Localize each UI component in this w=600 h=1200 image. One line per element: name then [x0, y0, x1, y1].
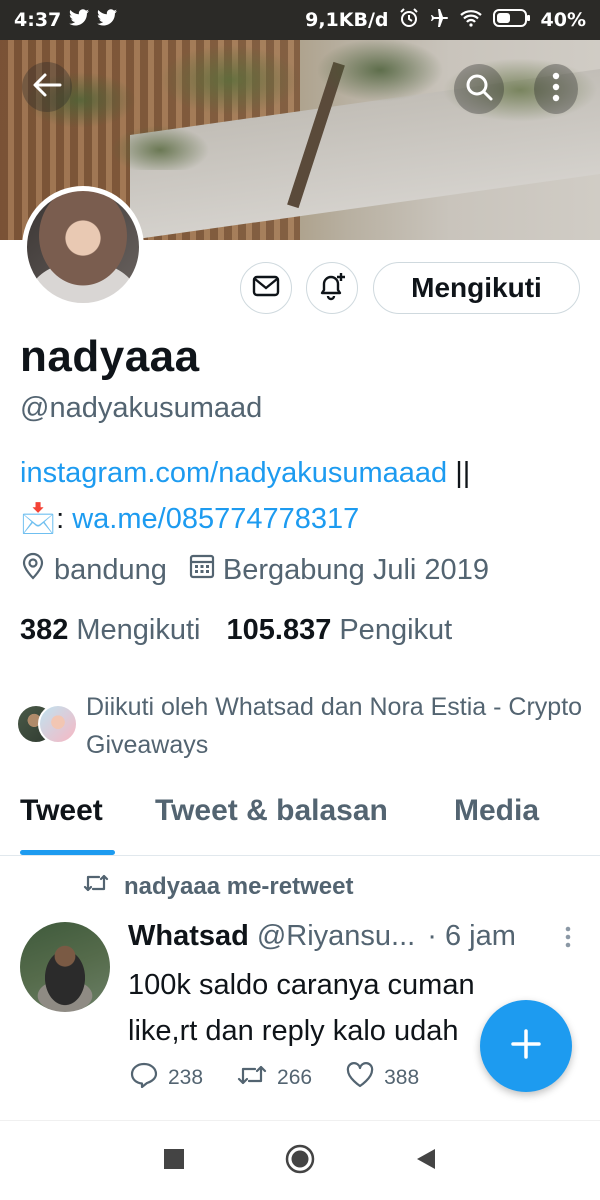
location-icon — [20, 552, 46, 588]
followed-by-text: Diikuti oleh Whatsad dan Nora Estia - Cr… — [86, 693, 583, 759]
status-time: 4:37 — [14, 9, 62, 31]
wifi-icon — [459, 9, 483, 32]
more-options-button[interactable] — [534, 64, 578, 114]
profile-stats: 382 Mengikuti 105.837 Pengikut — [20, 614, 478, 647]
like-button[interactable]: 388 — [346, 1062, 419, 1094]
tweet-author-name[interactable]: Whatsad — [128, 920, 249, 953]
airplane-icon — [429, 8, 449, 33]
bio-separator: || — [447, 457, 471, 489]
joined-date: Bergabung Juli 2019 — [222, 553, 489, 586]
following-count[interactable]: 382 — [20, 614, 68, 647]
profile-handle: @nadyakusumaad — [20, 392, 263, 424]
retweet-icon — [237, 1063, 267, 1093]
home-button[interactable] — [285, 1144, 315, 1178]
whatsapp-link[interactable]: wa.me/085774778317 — [72, 503, 359, 535]
message-button[interactable] — [240, 262, 292, 314]
tweet-author-handle[interactable]: @Riyansu... — [257, 920, 415, 953]
like-count: 388 — [384, 1066, 420, 1089]
tab-tweets-replies[interactable]: Tweet & balasan — [155, 794, 388, 828]
system-navigation-bar — [0, 1120, 600, 1200]
follower-avatars — [16, 704, 82, 746]
arrow-left-icon — [32, 72, 62, 102]
plus-icon — [509, 1027, 543, 1065]
twitter-icon — [97, 9, 118, 31]
alarm-icon — [399, 7, 419, 33]
retweet-icon — [82, 872, 110, 901]
compose-tweet-button[interactable] — [480, 1000, 572, 1092]
profile-bio: instagram.com/nadyakusumaaad || 📩: wa.me… — [20, 450, 580, 542]
reply-count: 238 — [168, 1066, 204, 1089]
battery-level: 40% — [540, 9, 586, 31]
location-text: bandung — [54, 553, 167, 586]
avatar — [38, 704, 78, 744]
back-nav-button[interactable] — [415, 1147, 437, 1175]
tweet-more-button[interactable] — [558, 924, 578, 954]
battery-icon — [492, 8, 531, 32]
tweet-time: · 6 jam — [427, 920, 516, 952]
tweet-header: Whatsad @Riyansu... · 6 jam — [128, 920, 578, 953]
tab-tweet[interactable]: Tweet — [20, 794, 103, 828]
retweet-button[interactable]: 266 — [237, 1063, 312, 1093]
search-button[interactable] — [454, 64, 504, 114]
more-vertical-icon — [565, 926, 571, 952]
profile-avatar[interactable] — [22, 186, 144, 308]
recent-apps-button[interactable] — [163, 1148, 185, 1174]
envelope-emoji: 📩 — [20, 503, 57, 535]
tweet-text-line: 100k saldo caranya cuman — [128, 969, 475, 1001]
tweet-text[interactable]: 100k saldo caranya cuman like,rt dan rep… — [128, 962, 480, 1054]
following-button[interactable]: Mengikuti — [373, 262, 580, 314]
tweet-author-avatar[interactable] — [20, 922, 110, 1012]
back-button[interactable] — [22, 62, 72, 112]
tab-media[interactable]: Media — [454, 794, 539, 828]
mail-icon — [252, 275, 280, 301]
bell-plus-icon — [317, 271, 347, 305]
profile-meta: bandung Bergabung Juli 2019 — [20, 552, 511, 588]
more-vertical-icon — [552, 72, 560, 106]
reply-button[interactable]: 238 — [130, 1062, 203, 1094]
calendar-icon — [189, 553, 215, 587]
profile-tabs: Tweet Tweet & balasan Media — [0, 794, 600, 856]
notification-button[interactable] — [306, 262, 358, 314]
tweet-text-line: like,rt dan reply kalo udah — [128, 1015, 459, 1047]
instagram-link[interactable]: instagram.com/nadyakusumaaad — [20, 457, 447, 489]
status-bar: 4:37 9,1KB/d 40% — [0, 0, 600, 40]
following-label[interactable]: Mengikuti — [76, 614, 200, 647]
reply-icon — [130, 1062, 158, 1094]
network-speed: 9,1KB/d — [305, 9, 389, 31]
followers-label[interactable]: Pengikut — [339, 614, 452, 647]
followed-by[interactable]: Diikuti oleh Whatsad dan Nora Estia - Cr… — [16, 688, 586, 764]
retweet-indicator: nadyaaa me-retweet — [82, 872, 353, 901]
tweet-actions: 238 266 388 — [130, 1062, 453, 1094]
retweet-count: 266 — [277, 1066, 313, 1089]
followers-count[interactable]: 105.837 — [227, 614, 332, 647]
profile-name: nadyaaa — [20, 332, 200, 381]
retweet-label: nadyaaa me-retweet — [124, 872, 354, 900]
heart-icon — [346, 1062, 374, 1094]
bio-colon: : — [56, 503, 73, 535]
twitter-icon — [69, 9, 90, 31]
search-icon — [464, 72, 494, 106]
active-tab-indicator — [20, 850, 115, 855]
